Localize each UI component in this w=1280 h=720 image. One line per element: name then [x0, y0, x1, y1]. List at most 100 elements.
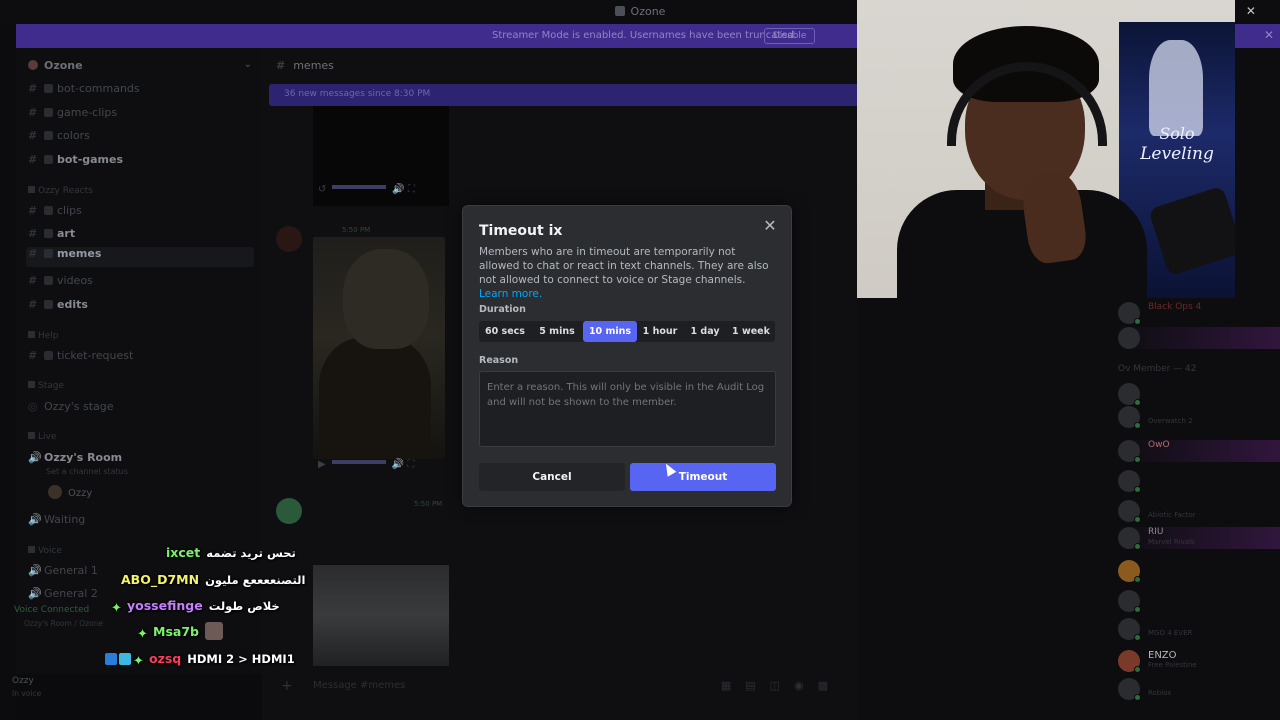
- category-icon: [28, 186, 35, 193]
- volume-icon[interactable]: 🔊: [392, 459, 404, 470]
- sidebar-channel[interactable]: # art: [28, 227, 75, 247]
- sidebar-channel[interactable]: # videos: [28, 274, 93, 294]
- sidebar-voice-channel[interactable]: 🔊 General 2: [28, 587, 98, 607]
- member-item[interactable]: Black Ops 4: [1118, 302, 1278, 325]
- avatar[interactable]: [276, 498, 302, 524]
- duration-option-1-day[interactable]: 1 day: [683, 321, 727, 342]
- speaker-icon: 🔊: [28, 513, 42, 526]
- play-icon[interactable]: ▶: [318, 459, 326, 470]
- cancel-button[interactable]: Cancel: [479, 463, 625, 491]
- input-tool-icons[interactable]: ▦▤◫◉▩: [721, 679, 842, 692]
- avatar: [1118, 618, 1141, 641]
- sidebar-stage-channel[interactable]: ◎ Ozzy's stage: [28, 400, 114, 420]
- member-item[interactable]: Roblox: [1118, 678, 1278, 701]
- new-messages-bar[interactable]: 36 new messages since 8:30 PM: [269, 84, 858, 106]
- chevron-down-icon[interactable]: ⌄: [244, 59, 252, 70]
- member-item[interactable]: [1118, 590, 1278, 613]
- volume-icon[interactable]: 🔊: [392, 184, 404, 195]
- sidebar-voice-channel[interactable]: 🔊 General 1: [28, 564, 98, 584]
- user-name[interactable]: Ozzy: [12, 676, 34, 686]
- fullscreen-icon[interactable]: ⛶: [408, 184, 415, 195]
- hash-icon: #: [28, 274, 38, 287]
- sidebar-channel[interactable]: # ticket-request: [28, 349, 133, 369]
- timeout-button[interactable]: Timeout: [630, 463, 776, 491]
- stream-chat-user: ozsq: [149, 651, 182, 666]
- video-frame-figure: [319, 337, 431, 459]
- member-item[interactable]: Abiotic Factor: [1118, 500, 1278, 523]
- sparkle-badge-icon: ✦: [137, 627, 148, 642]
- category-help[interactable]: Help: [28, 331, 59, 341]
- close-icon[interactable]: ✕: [760, 216, 780, 236]
- video-controls[interactable]: ▶ 🔊 ⛶: [318, 459, 414, 475]
- category-stage[interactable]: Stage: [28, 381, 64, 391]
- member-item[interactable]: RIU Marvel Rivals: [1118, 527, 1280, 550]
- category-ozzy-reacts[interactable]: Ozzy Reacts: [28, 186, 93, 196]
- member-item[interactable]: [1118, 470, 1278, 493]
- duration-option-1-hour[interactable]: 1 hour: [637, 321, 683, 342]
- stream-chat-text: التصنععععع مليون: [205, 573, 306, 587]
- member-item[interactable]: [1118, 560, 1278, 583]
- avatar: [1118, 440, 1141, 463]
- server-name[interactable]: Ozone: [28, 59, 83, 72]
- category-live[interactable]: Live: [28, 432, 56, 442]
- duration-option-1-week[interactable]: 1 week: [727, 321, 775, 342]
- status-dot: [1134, 516, 1141, 523]
- member-item[interactable]: Overwatch 2: [1118, 406, 1278, 429]
- plus-icon[interactable]: +: [281, 678, 293, 694]
- fullscreen-icon[interactable]: ⛶: [407, 459, 414, 470]
- member-item[interactable]: [1118, 383, 1278, 406]
- avatar[interactable]: [276, 226, 302, 252]
- sidebar-channel[interactable]: # bot-commands: [28, 82, 140, 102]
- sparkle-badge-icon: ✦: [133, 654, 144, 669]
- replay-icon[interactable]: ↺: [318, 184, 326, 195]
- sidebar-channel[interactable]: # edits: [28, 298, 88, 318]
- hash-icon: #: [28, 349, 38, 362]
- reason-input[interactable]: [479, 371, 776, 447]
- speaker-icon: 🔊: [28, 564, 42, 577]
- video-attachment[interactable]: [313, 565, 449, 666]
- learn-more-link[interactable]: Learn more.: [479, 288, 542, 300]
- sidebar-channel[interactable]: # bot-games: [28, 153, 123, 173]
- poster-title-line1: Solo: [1159, 124, 1195, 143]
- stream-chat-line: ✦ yossefinge خلاص طولت: [111, 595, 280, 616]
- close-icon[interactable]: ✕: [1264, 28, 1274, 42]
- channel-emoji-icon: [44, 276, 53, 285]
- status-dot: [1134, 456, 1141, 463]
- category-icon: [28, 381, 35, 388]
- channel-emoji-icon: [44, 206, 53, 215]
- hash-icon: #: [28, 247, 38, 260]
- duration-option-60-secs[interactable]: 60 secs: [479, 321, 531, 342]
- voice-channel-status[interactable]: Set a channel status: [46, 467, 128, 476]
- chat-header: # memes: [276, 59, 334, 72]
- category-voice[interactable]: Voice: [28, 546, 62, 556]
- volume-slider[interactable]: [331, 460, 386, 464]
- status-dot: [1134, 486, 1141, 493]
- sidebar-voice-channel[interactable]: 🔊 Waiting: [28, 513, 85, 533]
- sidebar-channel[interactable]: # clips: [28, 204, 82, 224]
- voice-connected-status[interactable]: Voice Connected: [14, 605, 89, 615]
- channel-emoji-icon: [44, 108, 53, 117]
- avatar: [1118, 560, 1141, 583]
- video-controls[interactable]: ↺ 🔊 ⛶: [318, 184, 415, 200]
- avatar: [1118, 500, 1141, 523]
- window-title: Ozone: [630, 5, 666, 18]
- voice-user[interactable]: Ozzy: [48, 485, 92, 499]
- avatar: [1118, 650, 1141, 673]
- sidebar-channel[interactable]: # game-clips: [28, 106, 117, 126]
- volume-slider[interactable]: [332, 185, 387, 189]
- duration-option-10-mins[interactable]: 10 mins: [583, 321, 637, 342]
- disable-streamer-mode-button[interactable]: Disable: [764, 28, 816, 44]
- stream-chat-text: خلاص طولت: [208, 599, 280, 613]
- message-input[interactable]: + Message #memes ▦▤◫◉▩: [276, 676, 842, 698]
- sidebar-channel-active[interactable]: # memes: [26, 247, 254, 267]
- member-item[interactable]: OwO: [1118, 440, 1280, 463]
- member-item[interactable]: MGO 4 EVER: [1118, 618, 1278, 641]
- sidebar-channel[interactable]: # colors: [28, 129, 90, 149]
- video-attachment[interactable]: [313, 237, 445, 459]
- duration-option-5-mins[interactable]: 5 mins: [531, 321, 583, 342]
- webcam-overlay: Solo Leveling: [857, 0, 1235, 298]
- avatar: [48, 485, 62, 499]
- member-item[interactable]: [1118, 327, 1280, 349]
- member-item[interactable]: ENZO Free Palestine: [1118, 650, 1278, 673]
- video-frame-head: [343, 249, 429, 349]
